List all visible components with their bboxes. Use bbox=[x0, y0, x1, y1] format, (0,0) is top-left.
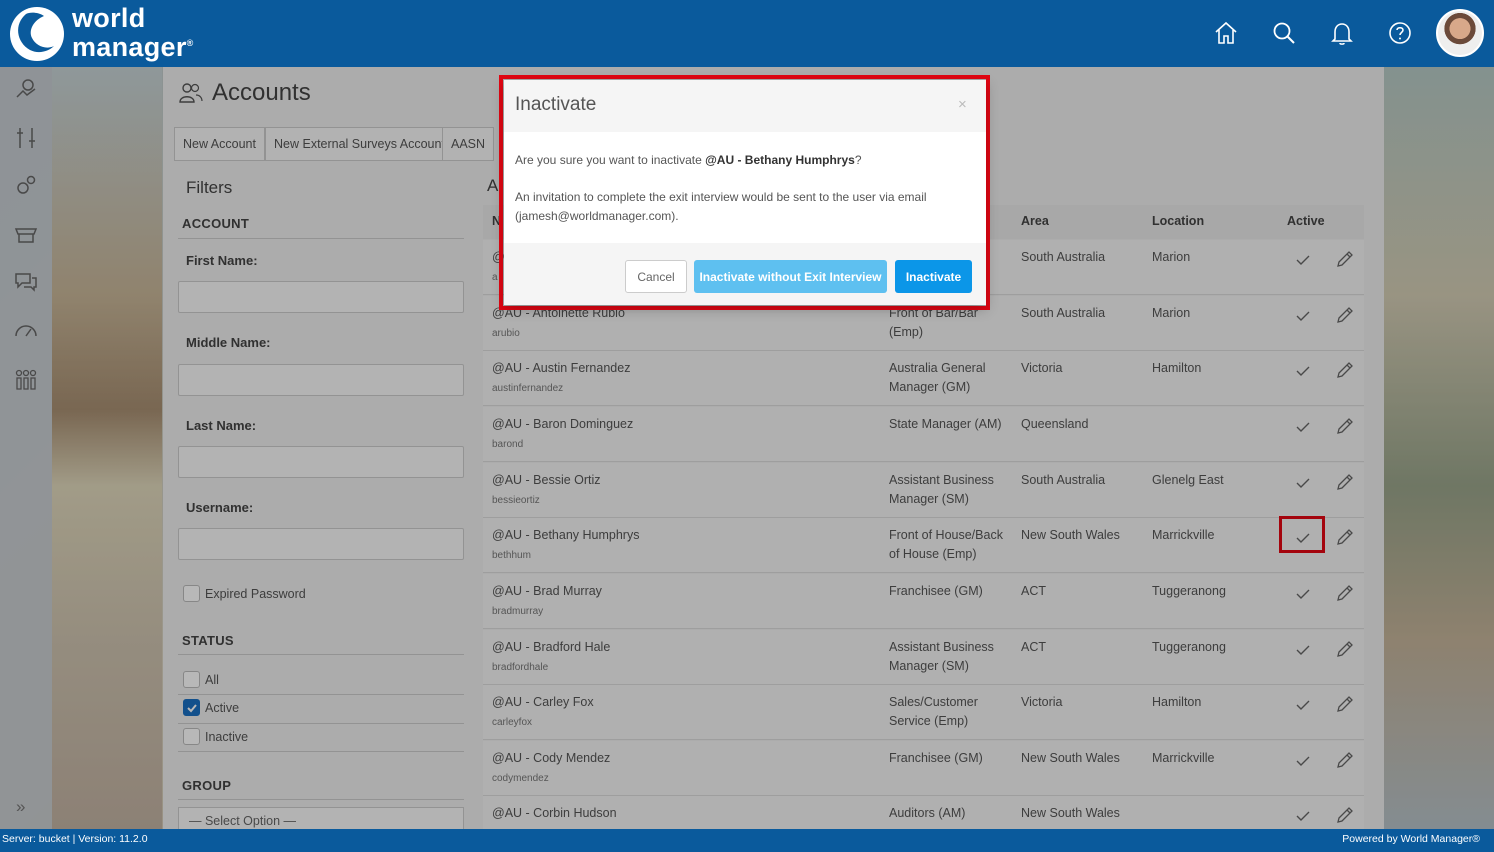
brand-logo[interactable]: world manager® bbox=[8, 4, 228, 62]
modal-exit-interview-note: An invitation to complete the exit inter… bbox=[515, 190, 927, 223]
bell-icon[interactable] bbox=[1325, 16, 1359, 50]
inactivate-button[interactable]: Inactivate bbox=[895, 260, 972, 293]
logo-line1: world bbox=[72, 3, 146, 33]
logo-text: world manager® bbox=[72, 3, 194, 62]
top-bar: world manager® bbox=[0, 0, 1494, 67]
modal-footer: Cancel Inactivate without Exit Interview… bbox=[504, 243, 986, 305]
modal-question: Are you sure you want to inactivate @AU … bbox=[515, 153, 862, 167]
cancel-button[interactable]: Cancel bbox=[625, 260, 687, 293]
user-avatar[interactable] bbox=[1436, 9, 1484, 57]
modal-body: Are you sure you want to inactivate @AU … bbox=[504, 132, 986, 243]
inactivate-modal: Inactivate × Are you sure you want to in… bbox=[504, 80, 986, 305]
server-version: Server: bucket | Version: 11.2.0 bbox=[2, 833, 148, 845]
home-icon[interactable] bbox=[1209, 16, 1243, 50]
search-icon[interactable] bbox=[1267, 16, 1301, 50]
modal-header: Inactivate × bbox=[504, 80, 986, 132]
footer-bar: Server: bucket | Version: 11.2.0 Powered… bbox=[0, 829, 1494, 852]
logo-line2: manager® bbox=[72, 32, 194, 62]
user-name: @AU - Bethany Humphrys bbox=[705, 153, 855, 167]
logo-mark-icon bbox=[10, 7, 64, 61]
help-icon[interactable] bbox=[1383, 16, 1417, 50]
inactivate-without-exit-interview-button[interactable]: Inactivate without Exit Interview bbox=[694, 260, 887, 293]
powered-by: Powered by World Manager® bbox=[1342, 833, 1480, 845]
close-icon[interactable]: × bbox=[958, 96, 967, 113]
modal-title: Inactivate bbox=[515, 94, 597, 115]
